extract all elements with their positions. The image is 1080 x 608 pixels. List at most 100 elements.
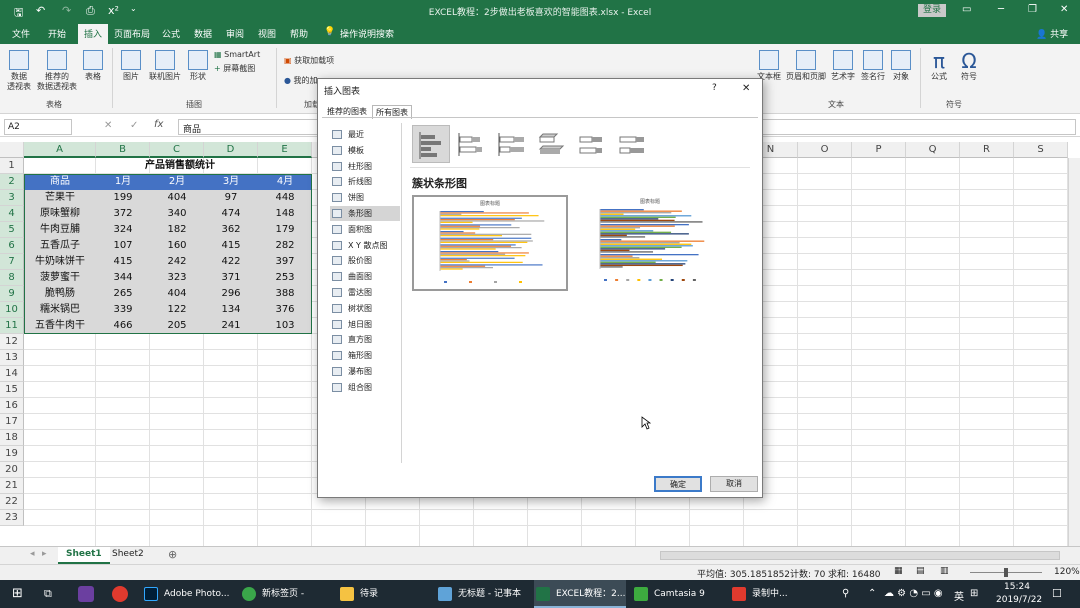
chart-category-item[interactable]: 条形图 <box>330 206 400 221</box>
row-header[interactable]: 11 <box>0 318 24 334</box>
chart-category-item[interactable]: 雷达图 <box>330 285 400 300</box>
recommended-pivot-button[interactable]: 推荐的 数据透视表 <box>36 50 78 92</box>
product-cell[interactable]: 五香牛肉干 <box>24 318 96 334</box>
cancel-icon[interactable]: ✕ <box>104 120 112 131</box>
chart-category-item[interactable]: 股价图 <box>330 253 400 268</box>
add-sheet-icon[interactable]: ⊕ <box>168 548 177 561</box>
value-cell[interactable]: 397 <box>258 254 312 270</box>
header-cell[interactable]: 3月 <box>204 174 258 190</box>
chart-category-item[interactable]: X Y 散点图 <box>330 238 400 253</box>
value-cell[interactable]: 253 <box>258 270 312 286</box>
page-layout-icon[interactable]: ▤ <box>916 566 925 576</box>
row-header[interactable]: 22 <box>0 494 24 510</box>
chart-preview-2[interactable]: 图表标题 <box>574 195 730 291</box>
app-pinned-icon[interactable] <box>78 586 94 602</box>
header-cell[interactable]: 4月 <box>258 174 312 190</box>
tab-review[interactable]: 审阅 <box>226 27 244 40</box>
chart-category-item[interactable]: 组合图 <box>330 380 400 395</box>
value-cell[interactable]: 265 <box>96 286 150 302</box>
shapes-button[interactable]: 形状 <box>186 50 210 82</box>
minimize-icon[interactable]: ─ <box>998 4 1004 15</box>
header-cell[interactable]: 1月 <box>96 174 150 190</box>
value-cell[interactable]: 339 <box>96 302 150 318</box>
row-header[interactable]: 9 <box>0 286 24 302</box>
value-cell[interactable]: 344 <box>96 270 150 286</box>
tab-formulas[interactable]: 公式 <box>162 27 180 40</box>
row-header[interactable]: 10 <box>0 302 24 318</box>
horizontal-scrollbar[interactable] <box>660 551 1060 560</box>
function-icon[interactable]: fx <box>154 119 163 130</box>
row-header[interactable]: 1 <box>0 158 24 174</box>
header-cell[interactable]: 2月 <box>150 174 204 190</box>
enter-icon[interactable]: ✓ <box>130 120 138 131</box>
stacked-100-bar-thumb[interactable] <box>492 125 530 163</box>
row-header[interactable]: 4 <box>0 206 24 222</box>
product-cell[interactable]: 牛肉豆脯 <box>24 222 96 238</box>
row-header[interactable]: 2 <box>0 174 24 190</box>
value-cell[interactable]: 324 <box>96 222 150 238</box>
3d-stacked-100-bar-thumb[interactable] <box>612 125 650 163</box>
product-cell[interactable]: 菠萝蜜干 <box>24 270 96 286</box>
row-header[interactable]: 17 <box>0 414 24 430</box>
column-header[interactable]: P <box>852 142 906 158</box>
column-header[interactable]: E <box>258 142 312 158</box>
value-cell[interactable]: 179 <box>258 222 312 238</box>
product-cell[interactable]: 原味蟹柳 <box>24 206 96 222</box>
chart-category-item[interactable]: 曲面图 <box>330 269 400 284</box>
value-cell[interactable]: 371 <box>204 270 258 286</box>
notification-icon[interactable]: ☐ <box>1052 587 1062 600</box>
value-cell[interactable]: 376 <box>258 302 312 318</box>
row-header[interactable]: 20 <box>0 462 24 478</box>
value-cell[interactable]: 404 <box>150 190 204 206</box>
taskbar-camtasia[interactable]: Camtasia 9 <box>632 580 724 608</box>
my-addins-button[interactable]: ● 我的加 <box>284 76 318 86</box>
value-cell[interactable]: 404 <box>150 286 204 302</box>
chart-category-item[interactable]: 柱形图 <box>330 159 400 174</box>
select-all-corner[interactable] <box>0 142 24 158</box>
value-cell[interactable]: 97 <box>204 190 258 206</box>
table-title[interactable]: 产品销售额统计 <box>24 158 336 174</box>
scroll-right-icon[interactable]: ▸ <box>42 549 47 559</box>
value-cell[interactable]: 474 <box>204 206 258 222</box>
value-cell[interactable]: 282 <box>258 238 312 254</box>
online-pictures-button[interactable]: 联机图片 <box>146 50 184 82</box>
row-header[interactable]: 7 <box>0 254 24 270</box>
value-cell[interactable]: 148 <box>258 206 312 222</box>
row-header[interactable]: 21 <box>0 478 24 494</box>
cancel-button[interactable]: 取消 <box>710 476 758 492</box>
chart-category-item[interactable]: 饼图 <box>330 190 400 205</box>
row-header[interactable]: 19 <box>0 446 24 462</box>
chart-category-item[interactable]: 旭日图 <box>330 317 400 332</box>
dialog-help-button[interactable]: ? <box>712 83 717 93</box>
tell-me-search[interactable]: 操作说明搜索 <box>340 27 394 40</box>
pictures-button[interactable]: 图片 <box>118 50 144 82</box>
equation-button[interactable]: π 公式 <box>926 50 952 82</box>
symbol-button[interactable]: Ω 符号 <box>956 50 982 82</box>
product-cell[interactable]: 牛奶味饼干 <box>24 254 96 270</box>
value-cell[interactable]: 340 <box>150 206 204 222</box>
taskbar-folder[interactable]: 待录 <box>338 580 430 608</box>
windows-start-icon[interactable]: ⊞ <box>12 586 23 601</box>
chart-category-item[interactable]: 箱形图 <box>330 348 400 363</box>
screenshot-button[interactable]: + 屏幕截图 <box>214 64 255 74</box>
column-header[interactable]: D <box>204 142 258 158</box>
row-header[interactable]: 3 <box>0 190 24 206</box>
row-header[interactable]: 13 <box>0 350 24 366</box>
chart-preview-1[interactable]: 图表标题 <box>412 195 568 291</box>
value-cell[interactable]: 182 <box>150 222 204 238</box>
value-cell[interactable]: 296 <box>204 286 258 302</box>
object-button[interactable]: 对象 <box>888 50 914 82</box>
value-cell[interactable]: 122 <box>150 302 204 318</box>
scroll-left-icon[interactable]: ◂ <box>30 549 35 559</box>
row-header[interactable]: 5 <box>0 222 24 238</box>
vertical-scrollbar[interactable] <box>1068 158 1080 546</box>
wordart-button[interactable]: 艺术字 <box>828 50 858 82</box>
sheet-tab-sheet2[interactable]: Sheet2 <box>104 547 152 564</box>
restore-icon[interactable]: ❐ <box>1028 4 1037 15</box>
taskbar-photoshop[interactable]: Adobe Photo... <box>142 580 234 608</box>
ribbon-display-icon[interactable]: ▭ <box>962 4 971 15</box>
tab-home[interactable]: 开始 <box>48 27 66 40</box>
3d-stacked-bar-thumb[interactable] <box>572 125 610 163</box>
chart-category-item[interactable]: 面积图 <box>330 222 400 237</box>
chart-category-item[interactable]: 树状图 <box>330 301 400 316</box>
